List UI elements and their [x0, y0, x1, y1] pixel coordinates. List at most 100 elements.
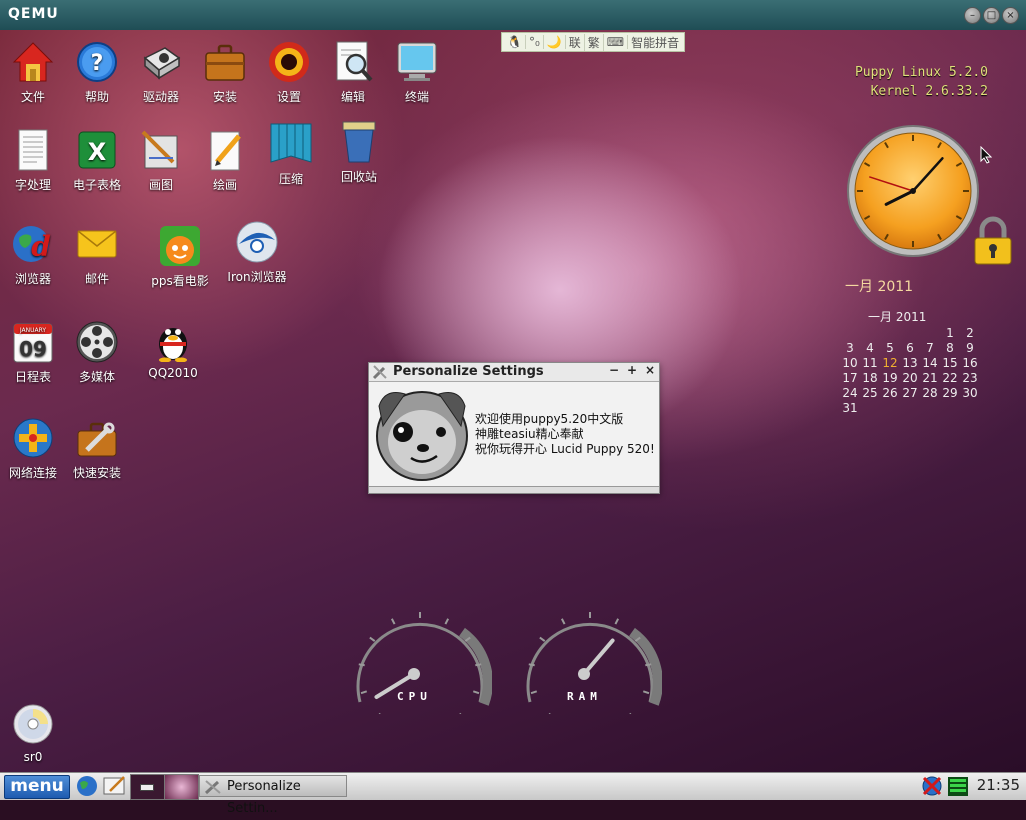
lock-icon[interactable] — [972, 216, 1014, 268]
ime-item[interactable]: °₀ — [526, 35, 544, 49]
taskbar-window-button[interactable]: Personalize Settin... — [199, 775, 347, 797]
minimize-button[interactable]: – — [964, 7, 981, 24]
archive-icon — [269, 122, 313, 166]
desktop-icon-install[interactable]: 安装 — [190, 40, 260, 105]
draw-icon — [139, 128, 183, 172]
icon-label: 多媒体 — [62, 368, 132, 385]
desktop-icon-sr0[interactable]: sr0 — [0, 702, 68, 764]
workspace-2[interactable] — [164, 774, 199, 800]
dialog-titlebar[interactable]: Personalize Settings − + × — [369, 363, 659, 382]
desktop-icon-file[interactable]: 文件 — [0, 40, 68, 105]
gauge-tick — [562, 619, 565, 624]
drive-icon — [139, 40, 183, 84]
icon-label: 驱动器 — [126, 88, 196, 105]
desktop-icon-help[interactable]: ? 帮助 — [62, 40, 132, 105]
ime-keyboard-icon[interactable]: ⌨ — [604, 35, 628, 49]
desktop-icon-terminal[interactable]: 终端 — [382, 40, 452, 105]
gauge-tick — [370, 638, 375, 642]
settings-icon — [267, 40, 311, 84]
desktop-icon-browser[interactable]: d 浏览器 — [0, 222, 68, 287]
desktop-icon-paint[interactable]: 绘画 — [190, 128, 260, 193]
close-button[interactable]: × — [1002, 7, 1019, 24]
mouse-cursor-icon — [980, 146, 992, 164]
icon-label: 邮件 — [62, 270, 132, 287]
network-disconnected-icon[interactable] — [921, 776, 943, 797]
desktop-icon-network[interactable]: 网络连接 — [0, 416, 68, 481]
desktop-icon-calendar[interactable]: JANUARY 09 日程表 — [0, 320, 68, 385]
desktop-icon-mail[interactable]: 邮件 — [62, 222, 132, 287]
desktop-icon-draw[interactable]: 画图 — [126, 128, 196, 193]
memory-monitor-icon[interactable] — [947, 776, 969, 797]
maximize-button[interactable]: □ — [983, 7, 1000, 24]
desktop-icon-multimedia[interactable]: 多媒体 — [62, 320, 132, 385]
calendar-day: 1 — [940, 326, 960, 340]
dialog-close-button[interactable]: × — [645, 363, 655, 377]
icon-label: 终端 — [382, 88, 452, 105]
gauge-tick — [643, 691, 649, 693]
taskbar-window-label: Personalize Settin... — [227, 776, 346, 820]
calendar-day: 5 — [880, 341, 900, 355]
calendar-day: 3 — [840, 341, 860, 355]
calendar-day: 27 — [900, 386, 920, 400]
icon-label: 压缩 — [256, 170, 326, 187]
qemu-titlebar[interactable]: QEMU – □ × — [0, 0, 1026, 30]
calendar-day: 11 — [860, 356, 880, 370]
calendar-day: 6 — [900, 341, 920, 355]
calendar-day: 8 — [940, 341, 960, 355]
desktop-icon-qq[interactable]: QQ2010 — [138, 318, 208, 380]
globe-launcher-icon[interactable] — [75, 775, 99, 797]
desktop-icon-edit[interactable]: 编辑 — [318, 40, 388, 105]
calendar-day-text: 09 — [19, 337, 47, 361]
wordprocessor-icon — [11, 128, 55, 172]
desktop-icon-quick-install[interactable]: 快速安装 — [62, 416, 132, 481]
desktop-icon-iron-browser[interactable]: Iron浏览器 — [222, 220, 292, 285]
desktop-icon-archive[interactable]: 压缩 — [256, 122, 326, 187]
desktop-icon-pps[interactable]: pps看电影 — [145, 224, 215, 289]
ime-item[interactable]: 🌙 — [544, 35, 566, 49]
dialog-minimize-button[interactable]: − — [609, 363, 619, 377]
ram-needle — [584, 641, 613, 674]
gauge-tick — [540, 638, 545, 642]
ime-mode[interactable]: 智能拼音 — [628, 34, 682, 51]
desktop[interactable]: 🐧 °₀ 🌙 联 繁 ⌨ 智能拼音 文件 ? 帮助 驱动器 — [0, 30, 1026, 772]
svg-text:X: X — [88, 138, 107, 166]
desktop-icon-trash[interactable]: 回收站 — [324, 120, 394, 185]
svg-text:?: ? — [91, 51, 104, 76]
calendar-day: 19 — [880, 371, 900, 385]
dialog-line: 欢迎使用puppy5.20中文版 — [475, 412, 655, 427]
personalize-settings-dialog[interactable]: Personalize Settings − + × 欢迎使用puppy5.20… — [368, 362, 660, 494]
ime-item[interactable]: 联 — [566, 34, 585, 51]
icon-label: sr0 — [0, 750, 68, 764]
system-info: Puppy Linux 5.2.0 Kernel 2.6.33.2 — [855, 63, 988, 101]
calendar-day: 21 — [920, 371, 940, 385]
desktop-icon-spreadsheet[interactable]: X 电子表格 — [62, 128, 132, 193]
ime-item[interactable]: 🐧 — [504, 35, 526, 49]
editor-launcher-icon[interactable] — [102, 775, 128, 797]
icon-label: 电子表格 — [62, 176, 132, 193]
month-display: 一月 2011 — [845, 276, 913, 296]
calendar-day: 10 — [840, 356, 860, 370]
desktop-icon-wordprocessor[interactable]: 字处理 — [0, 128, 68, 193]
ime-toolbar[interactable]: 🐧 °₀ 🌙 联 繁 ⌨ 智能拼音 — [501, 32, 685, 52]
desktop-icon-settings[interactable]: 设置 — [254, 40, 324, 105]
start-menu-button[interactable]: menu — [4, 775, 70, 799]
mail-icon — [75, 222, 119, 266]
gauge-tick — [475, 664, 481, 665]
workspace-1[interactable] — [130, 774, 165, 800]
calendar-day: 17 — [840, 371, 860, 385]
multimedia-icon — [75, 320, 119, 364]
dialog-statusbar — [369, 486, 659, 493]
icon-label: 回收站 — [324, 168, 394, 185]
gauge-tick — [361, 691, 367, 693]
desktop-icon-drives[interactable]: 驱动器 — [126, 40, 196, 105]
gauge-tick — [645, 664, 651, 665]
calendar-day: 14 — [920, 356, 940, 370]
icon-label: QQ2010 — [138, 366, 208, 380]
calendar-day: 7 — [920, 341, 940, 355]
icon-label: 安装 — [190, 88, 260, 105]
dialog-maximize-button[interactable]: + — [627, 363, 637, 377]
taskbar-clock[interactable]: 21:35 — [977, 776, 1020, 794]
ime-item[interactable]: 繁 — [585, 34, 604, 51]
dialog-line: 神雕teasiu精心奉献 — [475, 427, 655, 442]
quick-install-icon — [75, 416, 119, 460]
